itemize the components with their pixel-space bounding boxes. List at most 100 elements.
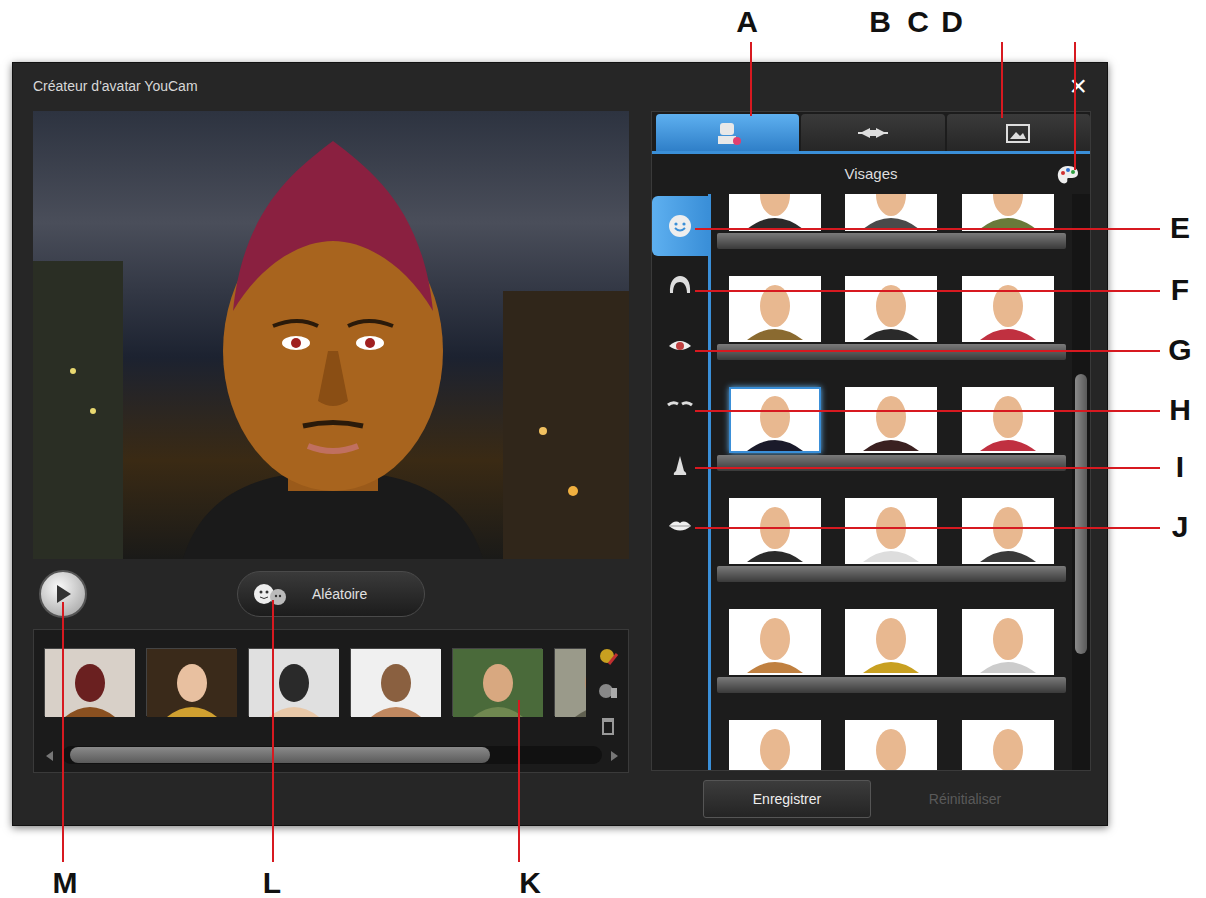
saved-avatars-strip — [33, 629, 629, 773]
category-tab[interactable] — [652, 436, 708, 496]
face-icon — [667, 213, 693, 239]
face-option[interactable] — [962, 387, 1054, 453]
face-grid — [708, 194, 1072, 770]
preview-controls: Aléatoire — [33, 559, 629, 629]
close-button[interactable]: × — [1065, 71, 1091, 101]
category-list — [652, 194, 708, 770]
category-tab[interactable] — [652, 316, 708, 376]
tab[interactable] — [656, 114, 799, 151]
callout-label: I — [1160, 450, 1200, 484]
callout-line — [695, 410, 1160, 412]
eye-icon — [667, 333, 693, 359]
saved-avatar-thumbnail[interactable] — [554, 648, 586, 716]
face-option[interactable] — [845, 276, 937, 342]
callout-label: F — [1160, 273, 1200, 307]
saved-avatar-thumbnail[interactable] — [44, 648, 134, 716]
tab-bar — [652, 112, 1090, 154]
callout-line — [695, 228, 1160, 230]
callout-line — [272, 600, 274, 862]
window-title: Créateur d'avatar YouCam — [33, 76, 198, 97]
palette-icon[interactable] — [1056, 163, 1080, 186]
scroll-right-icon[interactable] — [608, 748, 620, 763]
saved-avatar-thumbnail[interactable] — [350, 648, 440, 716]
faces-scrollbar[interactable] — [1072, 194, 1090, 770]
saved-avatar-thumbnail[interactable] — [248, 648, 338, 716]
face-option[interactable] — [962, 720, 1054, 770]
category-tab[interactable] — [652, 376, 708, 436]
face-option[interactable] — [729, 194, 821, 231]
window-body: Aléatoire Visages — [13, 109, 1107, 773]
hair-icon — [667, 273, 693, 299]
scroll-thumb[interactable] — [1075, 374, 1087, 654]
reset-button: Réinitialiser — [881, 780, 1049, 818]
callout-label: K — [510, 866, 550, 898]
avatar-creator-window: Créateur d'avatar YouCam × Aléatoire Visage… — [12, 62, 1108, 826]
face-option[interactable] — [729, 609, 821, 675]
random-faces-icon — [252, 581, 288, 607]
callout-label: L — [252, 866, 292, 898]
face-option[interactable] — [962, 194, 1054, 231]
face-option[interactable] — [962, 498, 1054, 564]
shelf-bar — [717, 566, 1066, 582]
title-bar: Créateur d'avatar YouCam × — [13, 63, 1107, 109]
callout-line — [695, 350, 1160, 352]
face-option[interactable] — [729, 498, 821, 564]
category-tab[interactable] — [652, 496, 708, 556]
face-option[interactable] — [729, 387, 821, 453]
delete-avatar-icon — [597, 680, 619, 702]
scroll-thumb[interactable] — [70, 747, 490, 763]
callout-label: G — [1160, 333, 1200, 367]
figure: Créateur d'avatar YouCam × Aléatoire Visage… — [0, 0, 1206, 898]
callout-line — [1001, 42, 1003, 118]
saved-avatars-list — [44, 646, 586, 744]
callout-label: H — [1160, 393, 1200, 427]
avatars-scrollbar[interactable] — [44, 744, 620, 766]
strip-tools — [596, 646, 620, 744]
face-shelf — [711, 194, 1072, 255]
random-label: Aléatoire — [312, 584, 367, 605]
callout-label: D — [932, 5, 972, 39]
face-option[interactable] — [962, 609, 1054, 675]
face-option[interactable] — [962, 276, 1054, 342]
callout-line — [518, 700, 520, 862]
background-tab-icon — [1003, 119, 1033, 147]
callout-line — [62, 602, 64, 862]
callout-label: J — [1160, 510, 1200, 544]
saved-avatar-thumbnail[interactable] — [452, 648, 542, 716]
saved-avatar-thumbnail[interactable] — [146, 648, 236, 716]
random-button[interactable]: Aléatoire — [237, 571, 425, 617]
shelf-bar — [717, 677, 1066, 693]
face-option[interactable] — [845, 194, 937, 231]
callout-label: E — [1160, 211, 1200, 245]
face-option[interactable] — [845, 720, 937, 770]
edit-avatar-icon — [597, 646, 619, 668]
face-shelf — [711, 588, 1072, 699]
face-option[interactable] — [729, 720, 821, 770]
category-tab[interactable] — [652, 256, 708, 316]
button-bar: Enregistrer Réinitialiser — [13, 773, 1107, 825]
tab[interactable] — [801, 114, 944, 151]
face-option[interactable] — [729, 276, 821, 342]
face-shelf — [711, 477, 1072, 588]
eyebrows-icon — [667, 393, 693, 419]
face-option[interactable] — [845, 387, 937, 453]
accessories-tab-icon — [858, 119, 888, 147]
category-tab[interactable] — [652, 196, 708, 256]
scroll-left-icon[interactable] — [44, 748, 56, 763]
avatar-preview — [33, 111, 629, 559]
left-column: Aléatoire — [33, 111, 629, 773]
tab[interactable] — [947, 114, 1090, 151]
trash-icon — [597, 714, 619, 736]
callout-line — [750, 42, 752, 116]
face-option[interactable] — [845, 609, 937, 675]
save-button[interactable]: Enregistrer — [703, 780, 871, 818]
callout-label: C — [898, 5, 938, 39]
callout-line — [695, 467, 1160, 469]
nose-icon — [667, 453, 693, 479]
face-option[interactable] — [845, 498, 937, 564]
callout-label: B — [860, 5, 900, 39]
callout-line — [695, 527, 1160, 529]
shelf-bar — [717, 344, 1066, 360]
lips-icon — [667, 513, 693, 539]
panel-title: Visages — [844, 163, 897, 186]
